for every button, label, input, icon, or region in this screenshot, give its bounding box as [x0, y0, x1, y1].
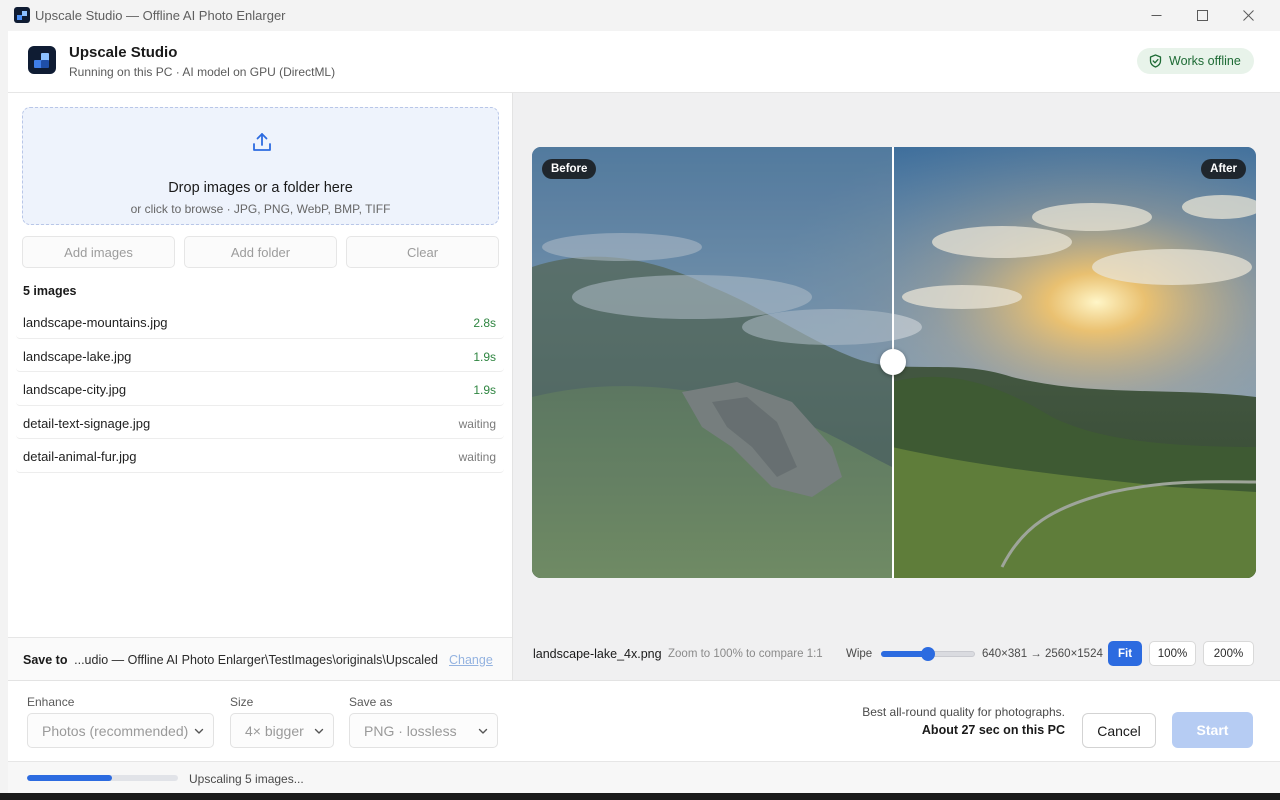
list-actions: Add images Add folder Clear	[22, 236, 500, 269]
size-value: 4× bigger	[245, 722, 304, 739]
zoom-fit-button[interactable]: Fit	[1108, 641, 1142, 666]
zoom-100-button[interactable]: 100%	[1149, 641, 1196, 666]
maximize-icon	[1196, 10, 1208, 21]
file-name: detail-animal-fur.jpg	[23, 449, 137, 465]
app-logo	[28, 46, 56, 74]
save-as-label: Save as	[349, 695, 393, 709]
maximize-button[interactable]	[1179, 0, 1225, 31]
chevron-down-icon	[478, 728, 488, 734]
status-bar: Upscaling 5 images...	[8, 761, 1280, 793]
clear-button[interactable]: Clear	[346, 236, 499, 268]
save-path: ...udio — Offline AI Photo Enlarger\Test…	[74, 653, 438, 667]
output-filename: landscape-lake_4x.png	[533, 647, 662, 661]
title-bar: Upscale Studio — Offline AI Photo Enlarg…	[0, 0, 1280, 31]
before-tag: Before	[542, 159, 597, 179]
file-status: 1.9s	[473, 349, 496, 364]
save-location-bar: Save to ...udio — Offline AI Photo Enlar…	[8, 637, 512, 680]
add-folder-button[interactable]: Add folder	[184, 236, 337, 268]
file-name: landscape-lake.jpg	[23, 348, 132, 364]
wipe-slider-thumb[interactable]	[921, 647, 935, 661]
drop-zone[interactable]: Drop images or a folder here or click to…	[22, 107, 499, 225]
start-button[interactable]: Start	[1172, 712, 1253, 748]
image-count: 5 images	[23, 284, 77, 298]
settings-bar: Enhance Photos (recommended) Size 4× big…	[8, 680, 1280, 761]
zoom-hint: Zoom to 100% to compare 1:1	[668, 648, 823, 660]
window-frame-bottom	[0, 793, 1280, 800]
close-button[interactable]	[1225, 0, 1271, 31]
app-subtitle: Running on this PC · AI model on GPU (Di…	[69, 65, 336, 79]
image-list: landscape-mountains.jpg 2.8s landscape-l…	[16, 305, 504, 473]
shield-check-icon	[1149, 54, 1162, 68]
progress-bar	[27, 775, 178, 781]
window-title: Upscale Studio — Offline AI Photo Enlarg…	[35, 8, 286, 23]
minimize-icon	[1151, 15, 1161, 16]
add-images-button[interactable]: Add images	[22, 236, 175, 268]
file-name: detail-text-signage.jpg	[23, 415, 151, 431]
save-to-label: Save to	[23, 653, 68, 667]
time-estimate: About 27 sec on this PC	[921, 723, 1065, 737]
offline-badge-label: Works offline	[1169, 54, 1241, 68]
format-value: PNG · lossless	[364, 722, 457, 739]
file-status: waiting	[458, 416, 496, 431]
enhance-label: Enhance	[27, 695, 75, 709]
preview-toolbar: landscape-lake_4x.png Zoom to 100% to co…	[513, 633, 1280, 673]
resolution-readout: 640×381 → 2560×1524	[982, 648, 1103, 660]
upload-icon	[253, 133, 271, 151]
status-text: Upscaling 5 images...	[189, 772, 304, 786]
drop-zone-title: Drop images or a folder here	[168, 180, 353, 196]
app-icon	[14, 7, 30, 23]
chevron-down-icon	[314, 728, 324, 734]
file-status: 1.9s	[473, 383, 496, 398]
list-item[interactable]: landscape-city.jpg 1.9s	[16, 372, 504, 406]
zoom-200-button[interactable]: 200%	[1203, 641, 1254, 666]
enhance-select[interactable]: Photos (recommended)	[27, 713, 214, 748]
drop-zone-subtitle: or click to browse · JPG, PNG, WebP, BMP…	[130, 202, 391, 216]
enhance-value: Photos (recommended)	[42, 722, 189, 739]
after-tag: After	[1201, 159, 1246, 179]
minimize-button[interactable]	[1133, 0, 1179, 31]
app-header: Upscale Studio Running on this PC · AI m…	[8, 31, 1280, 93]
left-panel: Drop images or a folder here or click to…	[8, 93, 513, 680]
close-icon	[1242, 10, 1254, 21]
chevron-down-icon	[194, 728, 204, 734]
wipe-slider[interactable]	[881, 647, 975, 661]
before-after-compare[interactable]: Before After	[532, 147, 1256, 578]
list-item[interactable]: detail-animal-fur.jpg waiting	[16, 439, 504, 473]
list-item[interactable]: landscape-lake.jpg 1.9s	[16, 339, 504, 373]
file-status: waiting	[458, 450, 496, 465]
change-location-link[interactable]: Change	[449, 653, 493, 667]
size-label: Size	[230, 695, 254, 709]
file-name: landscape-city.jpg	[23, 382, 127, 398]
offline-badge: Works offline	[1137, 48, 1254, 74]
preview-panel: Before After landscape-lake_4x.png Zoom …	[513, 93, 1280, 680]
size-select[interactable]: 4× bigger	[230, 713, 334, 748]
save-path-text: ...udio — Offline AI Photo Enlarger\Test…	[74, 653, 438, 667]
window-frame	[0, 31, 8, 793]
list-item[interactable]: landscape-mountains.jpg 2.8s	[16, 305, 504, 339]
file-name: landscape-mountains.jpg	[23, 315, 168, 330]
quality-description: Best all-round quality for photographs.	[862, 705, 1065, 719]
format-select[interactable]: PNG · lossless	[349, 713, 498, 748]
file-status: 2.8s	[473, 316, 496, 330]
wipe-label: Wipe	[846, 648, 873, 660]
list-item[interactable]: detail-text-signage.jpg waiting	[16, 406, 504, 440]
estimate-summary: Best all-round quality for photographs. …	[862, 705, 1065, 737]
cancel-button[interactable]: Cancel	[1082, 713, 1156, 748]
app-name: Upscale Studio	[69, 44, 178, 61]
wipe-handle[interactable]	[880, 349, 906, 375]
progress-fill	[27, 775, 112, 781]
